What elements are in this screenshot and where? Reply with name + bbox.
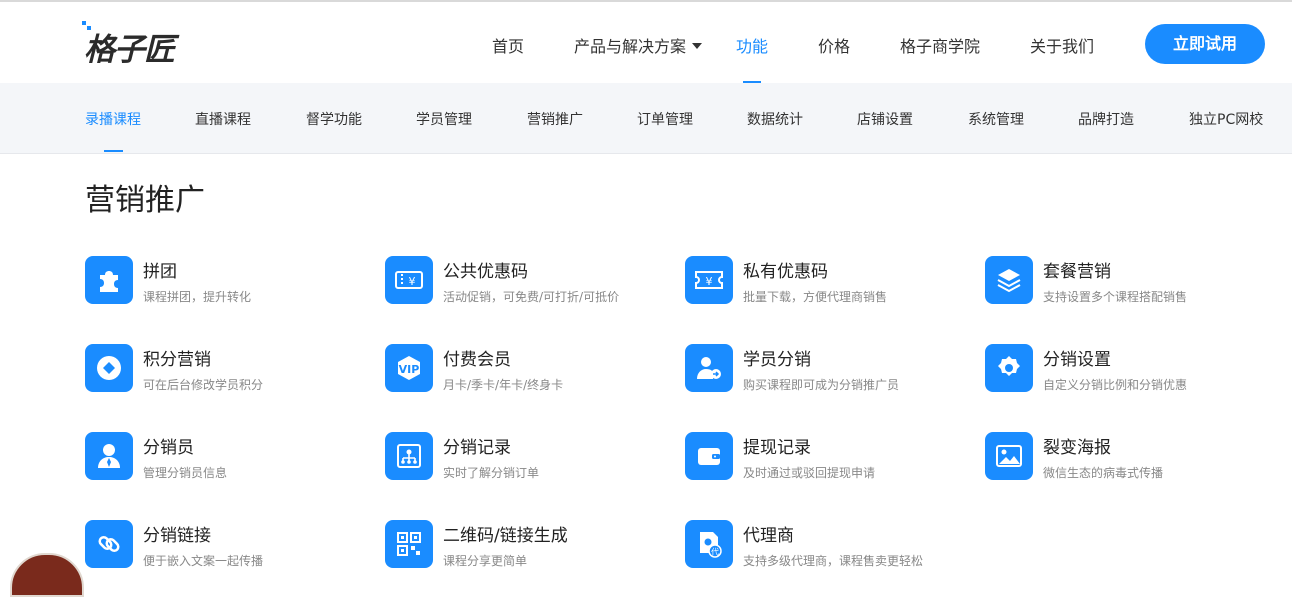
subnav-item-pc-school[interactable]: 独立PC网校 bbox=[1189, 109, 1263, 129]
logo-text: 格子匠 bbox=[84, 32, 175, 68]
feature-card-student-distribution[interactable]: 学员分销 购买课程即可成为分销推广员 bbox=[685, 344, 975, 404]
feature-desc: 课程分享更简单 bbox=[443, 554, 528, 568]
feature-title: 套餐营销 bbox=[1043, 262, 1111, 282]
subnav-item-system[interactable]: 系统管理 bbox=[968, 109, 1024, 129]
feature-card-private-coupon[interactable]: ¥ 私有优惠码 批量下载，方便代理商销售 bbox=[685, 256, 975, 316]
feature-desc: 微信生态的病毒式传播 bbox=[1043, 466, 1164, 480]
feature-title: 分销记录 bbox=[443, 438, 511, 458]
nav-item-pricing[interactable]: 价格 bbox=[818, 33, 850, 57]
feature-card-public-coupon[interactable]: ¥ 公共优惠码 活动促销，可免费/可打折/可抵价 bbox=[385, 256, 675, 316]
svg-text:VIP: VIP bbox=[399, 363, 420, 376]
vip-icon: VIP bbox=[385, 344, 433, 392]
user-share-icon bbox=[685, 344, 733, 392]
feature-card-group-buy[interactable]: 拼团 课程拼团，提升转化 bbox=[85, 256, 375, 316]
layers-icon bbox=[985, 256, 1033, 304]
subnav-item-store[interactable]: 店铺设置 bbox=[857, 109, 913, 129]
feature-desc: 支持多级代理商，课程售卖更轻松 bbox=[743, 554, 924, 568]
feature-card-distribution-link[interactable]: 分销链接 便于嵌入文案一起传播 bbox=[85, 520, 375, 580]
nav-item-products-label: 产品与解决方案 bbox=[574, 37, 687, 56]
chat-avatar[interactable] bbox=[10, 553, 84, 597]
feature-card-agent[interactable]: 代 代理商 支持多级代理商，课程售卖更轻松 bbox=[685, 520, 975, 580]
agent-icon: 代 bbox=[685, 520, 733, 568]
user-icon bbox=[85, 432, 133, 480]
feature-desc: 月卡/季卡/年卡/终身卡 bbox=[443, 378, 564, 392]
nav-item-academy[interactable]: 格子商学院 bbox=[900, 33, 980, 57]
feature-card-bundle[interactable]: 套餐营销 支持设置多个课程搭配销售 bbox=[985, 256, 1275, 316]
puzzle-icon bbox=[85, 256, 133, 304]
nav-item-home[interactable]: 首页 bbox=[492, 33, 524, 57]
feature-title: 学员分销 bbox=[743, 350, 811, 370]
feature-card-distribution-records[interactable]: 分销记录 实时了解分销订单 bbox=[385, 432, 675, 492]
feature-desc: 便于嵌入文案一起传播 bbox=[143, 554, 264, 568]
subnav-item-stats[interactable]: 数据统计 bbox=[747, 109, 803, 129]
svg-text:代: 代 bbox=[711, 547, 719, 557]
subnav-item-live[interactable]: 直播课程 bbox=[195, 109, 251, 129]
feature-desc: 活动促销，可免费/可打折/可抵价 bbox=[443, 290, 620, 304]
chevron-down-icon bbox=[692, 43, 703, 49]
feature-subnav: 录播课程 直播课程 督学功能 学员管理 营销推广 订单管理 数据统计 店铺设置 … bbox=[0, 83, 1292, 154]
feature-card-poster[interactable]: 裂变海报 微信生态的病毒式传播 bbox=[985, 432, 1275, 492]
ticket-yen-icon: ¥ bbox=[685, 256, 733, 304]
qrcode-icon bbox=[385, 520, 433, 568]
feature-desc: 批量下载，方便代理商销售 bbox=[743, 290, 888, 304]
brand-logo[interactable]: 格子匠 bbox=[82, 21, 175, 69]
feature-card-distribution-settings[interactable]: 分销设置 自定义分销比例和分销优惠 bbox=[985, 344, 1275, 404]
feature-desc: 自定义分销比例和分销优惠 bbox=[1043, 378, 1188, 392]
site-header: 格子匠 首页 产品与解决方案 功能 价格 格子商学院 关于我们 立即试用 bbox=[0, 2, 1292, 83]
feature-card-distributors[interactable]: 分销员 管理分销员信息 bbox=[85, 432, 375, 492]
wallet-icon bbox=[685, 432, 733, 480]
feature-card-points[interactable]: 积分营销 可在后台修改学员积分 bbox=[85, 344, 375, 404]
feature-title: 分销设置 bbox=[1043, 350, 1111, 370]
subnav-active-indicator bbox=[104, 150, 123, 152]
feature-desc: 支持设置多个课程搭配销售 bbox=[1043, 290, 1188, 304]
subnav-item-orders[interactable]: 订单管理 bbox=[637, 109, 693, 129]
feature-title: 付费会员 bbox=[443, 350, 511, 370]
feature-title: 积分营销 bbox=[143, 350, 211, 370]
subnav-item-students[interactable]: 学员管理 bbox=[416, 109, 472, 129]
subnav-item-brand[interactable]: 品牌打造 bbox=[1078, 109, 1134, 129]
feature-desc: 实时了解分销订单 bbox=[443, 466, 540, 480]
subnav-item-supervision[interactable]: 督学功能 bbox=[306, 109, 362, 129]
feature-title: 裂变海报 bbox=[1043, 438, 1111, 458]
feature-title: 分销员 bbox=[143, 438, 194, 458]
page-title: 营销推广 bbox=[85, 183, 205, 218]
feature-desc: 购买课程即可成为分销推广员 bbox=[743, 378, 900, 392]
nav-item-products[interactable]: 产品与解决方案 bbox=[574, 33, 703, 57]
link-icon bbox=[85, 520, 133, 568]
coupon-icon: ¥ bbox=[385, 256, 433, 304]
subnav-item-marketing[interactable]: 营销推广 bbox=[527, 109, 583, 129]
svg-text:¥: ¥ bbox=[706, 275, 713, 288]
nav-item-about[interactable]: 关于我们 bbox=[1030, 33, 1094, 57]
feature-title: 分销链接 bbox=[143, 526, 211, 546]
points-icon bbox=[85, 344, 133, 392]
gear-icon bbox=[985, 344, 1033, 392]
feature-card-qrcode[interactable]: 二维码/链接生成 课程分享更简单 bbox=[385, 520, 675, 580]
nav-item-features[interactable]: 功能 bbox=[736, 33, 768, 57]
org-chart-icon bbox=[385, 432, 433, 480]
feature-card-membership[interactable]: VIP 付费会员 月卡/季卡/年卡/终身卡 bbox=[385, 344, 675, 404]
feature-desc: 可在后台修改学员积分 bbox=[143, 378, 264, 392]
image-icon bbox=[985, 432, 1033, 480]
svg-text:¥: ¥ bbox=[409, 275, 416, 288]
feature-title: 代理商 bbox=[743, 526, 794, 546]
feature-title: 提现记录 bbox=[743, 438, 811, 458]
feature-title: 二维码/链接生成 bbox=[443, 526, 568, 546]
feature-title: 公共优惠码 bbox=[443, 262, 528, 282]
feature-title: 拼团 bbox=[143, 262, 177, 282]
feature-title: 私有优惠码 bbox=[743, 262, 828, 282]
subnav-item-recorded[interactable]: 录播课程 bbox=[85, 109, 141, 129]
feature-desc: 及时通过或驳回提现申请 bbox=[743, 466, 876, 480]
feature-desc: 课程拼团，提升转化 bbox=[143, 290, 252, 304]
feature-card-withdrawals[interactable]: 提现记录 及时通过或驳回提现申请 bbox=[685, 432, 975, 492]
try-now-button[interactable]: 立即试用 bbox=[1145, 24, 1265, 64]
feature-desc: 管理分销员信息 bbox=[143, 466, 228, 480]
